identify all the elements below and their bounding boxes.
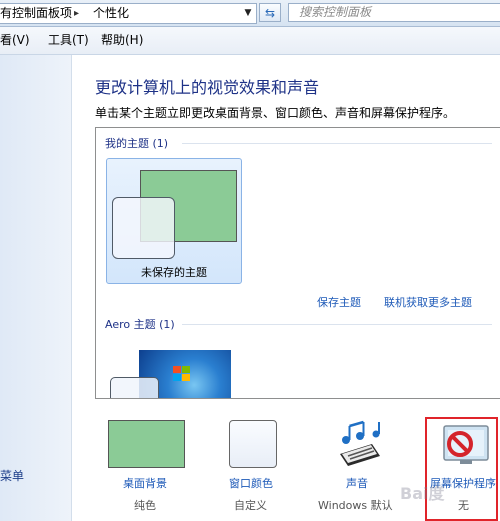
chevron-down-icon[interactable]: ▼ xyxy=(240,4,256,23)
theme-thumbnail-window xyxy=(112,197,175,259)
my-themes-header: 我的主题 (1) xyxy=(105,137,169,150)
desktop-background-link[interactable]: 桌面背景 xyxy=(123,475,167,491)
window-color-value: 自定义 xyxy=(234,499,267,512)
get-more-themes-online-link[interactable]: 联机获取更多主题 xyxy=(384,294,472,310)
theme-thumbnail-window xyxy=(110,377,159,398)
window-color-swatch[interactable] xyxy=(229,420,277,468)
chevron-right-icon[interactable]: ▸ xyxy=(74,4,79,23)
menu-help[interactable]: 帮助(H) xyxy=(101,27,143,54)
breadcrumb[interactable]: 有控制面板项 ▸ 个性化 ▼ xyxy=(0,3,257,24)
page-description: 单击某个主题立即更改桌面背景、窗口颜色、声音和屏幕保护程序。 xyxy=(95,106,456,120)
left-nav-pane: 菜单 xyxy=(0,55,72,521)
divider xyxy=(182,324,492,325)
save-theme-link[interactable]: 保存主题 xyxy=(317,294,361,310)
theme-list-panel[interactable]: 我的主题 (1) 未保存的主题 保存主题 联机获取更多主题 Aero 主题 (1… xyxy=(95,127,500,399)
sound-link[interactable]: 声音 xyxy=(346,475,368,491)
menu-view[interactable]: 看(V) xyxy=(0,27,30,54)
refresh-button[interactable]: ⇆ xyxy=(259,3,281,22)
leftnav-link[interactable]: 菜单 xyxy=(0,467,24,484)
window-color-link[interactable]: 窗口颜色 xyxy=(229,475,273,491)
page-title: 更改计算机上的视觉效果和声音 xyxy=(95,78,320,97)
unsaved-theme-label: 未保存的主题 xyxy=(141,266,207,279)
refresh-icon: ⇆ xyxy=(264,6,276,20)
search-input[interactable]: 搜索控制面板 xyxy=(288,3,500,22)
desktop-background-swatch[interactable] xyxy=(108,420,185,468)
menu-tools[interactable]: 工具(T) xyxy=(48,27,89,54)
breadcrumb-personalization[interactable]: 个性化 xyxy=(93,4,129,23)
breadcrumb-control-panel-items[interactable]: 有控制面板项 xyxy=(0,4,72,23)
aero-themes-header: Aero 主题 (1) xyxy=(105,318,175,331)
desktop-background-value: 纯色 xyxy=(134,499,156,512)
address-bar: 有控制面板项 ▸ 个性化 ▼ ⇆ 搜索控制面板 xyxy=(0,0,500,27)
screen-saver-value: 无 xyxy=(458,499,469,512)
sound-icon[interactable] xyxy=(334,418,384,468)
menu-bar: 看(V) 工具(T) 帮助(H) xyxy=(0,27,500,55)
windows-logo-icon xyxy=(173,366,190,381)
unsaved-theme-tile[interactable]: 未保存的主题 xyxy=(106,158,242,284)
watermark: Bai度 xyxy=(400,484,445,503)
sound-value: Windows 默认 xyxy=(318,499,393,512)
divider xyxy=(182,143,492,144)
